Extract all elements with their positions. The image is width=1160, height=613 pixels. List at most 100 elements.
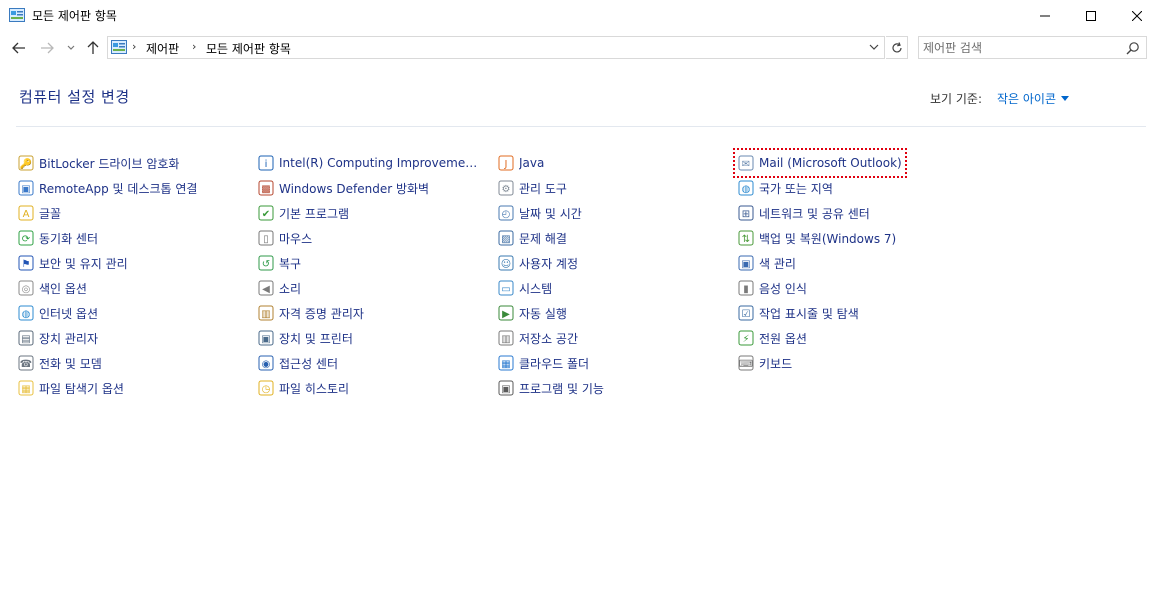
control-panel-item[interactable]: ▣ 색 관리 — [738, 253, 796, 273]
folder-options-icon: ▦ — [18, 380, 34, 396]
svg-text:J: J — [504, 159, 508, 170]
control-panel-item[interactable]: ▥ 자격 증명 관리자 — [258, 303, 364, 323]
item-label: 날짜 및 시간 — [519, 206, 582, 221]
breadcrumb-control-panel[interactable]: 제어판 — [146, 40, 179, 57]
item-label: Java — [519, 156, 545, 170]
control-panel-item[interactable]: ▯ 마우스 — [258, 228, 312, 248]
svg-text:⇅: ⇅ — [742, 234, 750, 245]
troubleshooting-icon: ▨ — [498, 230, 514, 246]
item-label: Mail (Microsoft Outlook) — [759, 156, 902, 170]
close-button[interactable] — [1114, 0, 1160, 31]
address-bar[interactable]: › 제어판 › 모든 제어판 항목 — [107, 36, 885, 59]
control-panel-item[interactable]: ▥ 저장소 공간 — [498, 328, 578, 348]
firewall-icon: ▩ — [258, 180, 274, 196]
item-label: 파일 히스토리 — [279, 381, 350, 396]
control-panel-item[interactable]: ☺ 사용자 계정 — [498, 253, 578, 273]
sync-center-icon: ⟳ — [18, 230, 34, 246]
control-panel-item[interactable]: ⌨ 키보드 — [738, 353, 792, 373]
svg-text:▶: ▶ — [502, 309, 510, 320]
ease-of-access-icon: ◉ — [258, 355, 274, 371]
control-panel-item[interactable]: ◉ 접근성 센터 — [258, 353, 338, 373]
control-panel-item[interactable]: 🔑 BitLocker 드라이브 암호화 — [18, 153, 179, 173]
control-panel-item[interactable]: ◎ 색인 옵션 — [18, 278, 87, 298]
item-label: 파일 탐색기 옵션 — [39, 381, 124, 396]
control-panel-item[interactable]: ✉ Mail (Microsoft Outlook) — [733, 148, 907, 178]
control-panel-item[interactable]: ☎ 전화 및 모뎀 — [18, 353, 102, 373]
svg-text:▯: ▯ — [263, 234, 269, 245]
keyboard-icon: ⌨ — [738, 355, 754, 371]
control-panel-item[interactable]: ✔ 기본 프로그램 — [258, 203, 349, 223]
svg-text:A: A — [23, 209, 30, 220]
item-label: 소리 — [279, 281, 302, 296]
item-label: 문제 해결 — [519, 231, 567, 246]
control-panel-item[interactable]: ◷ 파일 히스토리 — [258, 378, 349, 398]
svg-text:▣: ▣ — [21, 184, 30, 195]
control-panel-item[interactable]: ▣ RemoteApp 및 데스크톱 연결 — [18, 178, 197, 198]
control-panel-item[interactable]: ⟳ 동기화 센터 — [18, 228, 98, 248]
control-panel-item[interactable]: ☑ 작업 표시줄 및 탐색 — [738, 303, 859, 323]
forward-button[interactable] — [38, 39, 56, 57]
search-input[interactable] — [923, 39, 1118, 56]
control-panel-item[interactable]: ▭ 시스템 — [498, 278, 552, 298]
back-button[interactable] — [10, 39, 28, 57]
breadcrumb-separator-icon[interactable]: › — [192, 40, 196, 53]
control-panel-item[interactable]: ▩ Windows Defender 방화벽 — [258, 178, 429, 198]
svg-text:⌨: ⌨ — [739, 359, 753, 370]
svg-text:▦: ▦ — [501, 359, 510, 370]
up-button[interactable] — [84, 39, 102, 57]
control-panel-item[interactable]: ▶ 자동 실행 — [498, 303, 567, 323]
control-panel-item[interactable]: ◴ 날짜 및 시간 — [498, 203, 582, 223]
view-by-value[interactable]: 작은 아이콘 — [997, 90, 1056, 107]
svg-text:◷: ◷ — [262, 384, 271, 395]
control-panel-item[interactable]: ▤ 장치 관리자 — [18, 328, 98, 348]
control-panel-item[interactable]: ⊞ 네트워크 및 공유 센터 — [738, 203, 870, 223]
programs-features-icon: ▣ — [498, 380, 514, 396]
control-panel-item[interactable]: ⚑ 보안 및 유지 관리 — [18, 253, 128, 273]
control-panel-item[interactable]: ▦ 파일 탐색기 옵션 — [18, 378, 124, 398]
address-dropdown-icon[interactable] — [868, 41, 880, 53]
search-icon[interactable] — [1126, 41, 1140, 55]
control-panel-item[interactable]: ▨ 문제 해결 — [498, 228, 567, 248]
control-panel-item[interactable]: ▦ 클라우드 폴더 — [498, 353, 589, 373]
maximize-button[interactable] — [1068, 0, 1114, 31]
minimize-button[interactable] — [1022, 0, 1068, 31]
color-management-icon: ▣ — [738, 255, 754, 271]
intel-icon: i — [258, 155, 274, 171]
forward-arrow-icon — [41, 42, 54, 54]
control-panel-item[interactable]: ⚡ 전원 옵션 — [738, 328, 807, 348]
breadcrumb-separator-icon[interactable]: › — [132, 40, 136, 53]
svg-text:▣: ▣ — [501, 384, 510, 395]
item-label: Windows Defender 방화벽 — [279, 181, 430, 196]
control-panel-item[interactable]: ▣ 장치 및 프린터 — [258, 328, 353, 348]
power-options-icon: ⚡ — [738, 330, 754, 346]
control-panel-item[interactable]: ⇅ 백업 및 복원(Windows 7) — [738, 228, 896, 248]
network-icon: ⊞ — [738, 205, 754, 221]
control-panel-item[interactable]: ↺ 복구 — [258, 253, 301, 273]
svg-text:◴: ◴ — [502, 209, 511, 220]
breadcrumb-all-items[interactable]: 모든 제어판 항목 — [206, 40, 291, 57]
view-by-dropdown[interactable]: 작은 아이콘 — [997, 90, 1070, 107]
control-panel-item[interactable]: ◍ 국가 또는 지역 — [738, 178, 833, 198]
item-label: 글꼴 — [39, 206, 62, 221]
item-label: 관리 도구 — [519, 181, 567, 196]
search-box[interactable] — [918, 36, 1147, 59]
control-panel-item[interactable]: ▣ 프로그램 및 기능 — [498, 378, 604, 398]
refresh-button[interactable] — [886, 36, 908, 59]
control-panel-item[interactable]: A 글꼴 — [18, 203, 61, 223]
svg-text:⚙: ⚙ — [502, 184, 511, 195]
control-panel-item[interactable]: ▮ 음성 인식 — [738, 278, 807, 298]
item-label: 사용자 계정 — [519, 256, 579, 271]
maximize-icon — [1086, 10, 1096, 21]
control-panel-icon — [9, 8, 25, 22]
control-panel-item[interactable]: J Java — [498, 153, 544, 173]
control-panel-item[interactable]: ◍ 인터넷 옵션 — [18, 303, 98, 323]
item-label: RemoteApp 및 데스크톱 연결 — [39, 181, 198, 196]
storage-spaces-icon: ▥ — [498, 330, 514, 346]
control-panel-item[interactable]: ◀ 소리 — [258, 278, 301, 298]
recent-locations-button[interactable] — [64, 39, 78, 57]
item-label: 자동 실행 — [519, 306, 567, 321]
svg-text:🔑: 🔑 — [20, 157, 33, 170]
control-panel-item[interactable]: ⚙ 관리 도구 — [498, 178, 567, 198]
item-label: BitLocker 드라이브 암호화 — [39, 156, 180, 171]
control-panel-item[interactable]: i Intel(R) Computing Improvement Pr... — [258, 153, 484, 173]
